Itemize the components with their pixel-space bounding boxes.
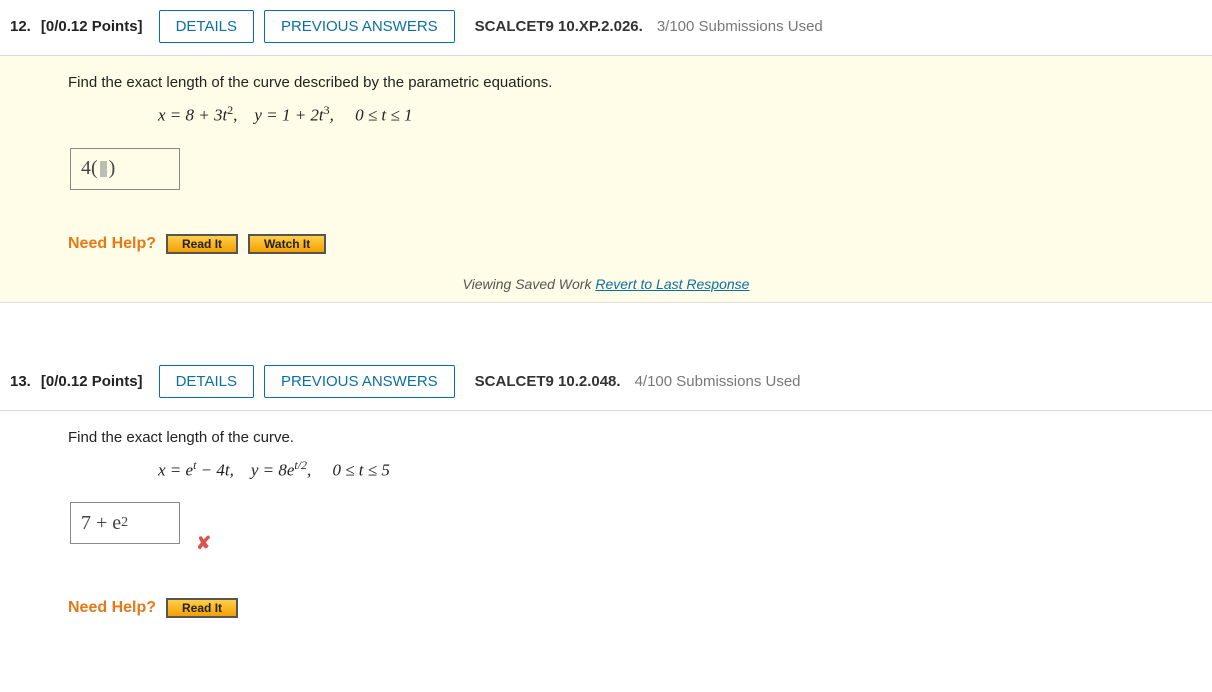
question-number: 13. xyxy=(10,373,31,390)
revert-link[interactable]: Revert to Last Response xyxy=(595,276,749,292)
answer-text: 7 + e xyxy=(81,512,121,535)
prompt-text: Find the exact length of the curve. xyxy=(68,429,1212,446)
submissions-used: 4/100 Submissions Used xyxy=(635,373,801,390)
answer-text: ) xyxy=(109,157,116,180)
read-it-button[interactable]: Read It xyxy=(166,598,238,618)
question-13: 13. [0/0.12 Points] DETAILS PREVIOUS ANS… xyxy=(0,355,1212,632)
details-button[interactable]: DETAILS xyxy=(159,365,254,398)
eq-part: − 4t, y = 8e xyxy=(196,460,294,479)
need-help-label: Need Help? xyxy=(68,599,156,617)
need-help-row: Need Help? Read It xyxy=(68,598,1212,618)
eq-part: x = e xyxy=(158,460,193,479)
incorrect-icon: ✘ xyxy=(196,533,211,554)
saved-work-bar: Viewing Saved Work Revert to Last Respon… xyxy=(0,268,1212,302)
question-body: Find the exact length of the curve descr… xyxy=(0,56,1212,268)
spacer xyxy=(0,303,1212,355)
equation: x = et − 4t, y = 8et/2, 0 ≤ t ≤ 5 xyxy=(158,458,1212,481)
read-it-button[interactable]: Read It xyxy=(166,234,238,254)
eq-part: , y = 1 + 2t xyxy=(233,106,323,125)
question-ref: SCALCET9 10.2.048. xyxy=(475,373,621,390)
question-body: Find the exact length of the curve. x = … xyxy=(0,411,1212,632)
caret-icon xyxy=(100,161,107,177)
answer-text: 4( xyxy=(81,157,98,180)
question-ref: SCALCET9 10.XP.2.026. xyxy=(475,18,643,35)
points: [0/0.12 Points] xyxy=(41,18,143,35)
question-number: 12. xyxy=(10,18,31,35)
eq-part: x = 8 + 3t xyxy=(158,106,227,125)
previous-answers-button[interactable]: PREVIOUS ANSWERS xyxy=(264,365,455,398)
saved-work-text: Viewing Saved Work xyxy=(463,276,596,292)
details-button[interactable]: DETAILS xyxy=(159,10,254,43)
eq-part: , 0 ≤ t ≤ 1 xyxy=(330,106,413,125)
need-help-label: Need Help? xyxy=(68,235,156,253)
need-help-row: Need Help? Read It Watch It xyxy=(68,234,1212,254)
question-header: 13. [0/0.12 Points] DETAILS PREVIOUS ANS… xyxy=(0,355,1212,411)
submissions-used: 3/100 Submissions Used xyxy=(657,18,823,35)
points: [0/0.12 Points] xyxy=(41,373,143,390)
question-header: 12. [0/0.12 Points] DETAILS PREVIOUS ANS… xyxy=(0,0,1212,56)
prompt-text: Find the exact length of the curve descr… xyxy=(68,74,1212,91)
answer-input[interactable]: 7 + e2 xyxy=(70,502,180,544)
eq-part: , 0 ≤ t ≤ 5 xyxy=(307,460,390,479)
watch-it-button[interactable]: Watch It xyxy=(248,234,326,254)
question-12: 12. [0/0.12 Points] DETAILS PREVIOUS ANS… xyxy=(0,0,1212,303)
equation: x = 8 + 3t2, y = 1 + 2t3, 0 ≤ t ≤ 1 xyxy=(158,103,1212,126)
answer-input[interactable]: 4() xyxy=(70,148,180,190)
previous-answers-button[interactable]: PREVIOUS ANSWERS xyxy=(264,10,455,43)
